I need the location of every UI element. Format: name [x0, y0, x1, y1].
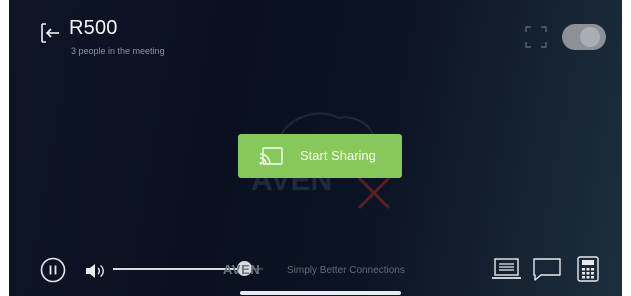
brand-tagline: Simply Better Connections	[287, 265, 405, 276]
pause-button[interactable]	[40, 257, 66, 283]
start-sharing-button[interactable]: Start Sharing	[238, 134, 402, 178]
meeting-screen: R500 3 people in the meeting AVEN Start …	[9, 0, 622, 296]
pause-icon	[40, 257, 66, 283]
keypad-button[interactable]	[577, 256, 599, 282]
home-indicator[interactable]	[240, 291, 401, 295]
presentation-button[interactable]	[491, 256, 523, 282]
speaker-icon	[86, 264, 104, 278]
keypad-icon	[577, 256, 599, 282]
fullscreen-button[interactable]	[524, 25, 548, 49]
toggle-switch[interactable]	[562, 24, 606, 50]
top-bar: R500 3 people in the meeting	[9, 0, 622, 80]
chat-button[interactable]	[532, 256, 562, 282]
exit-arrow-icon	[41, 23, 59, 43]
volume-button[interactable]	[84, 262, 108, 280]
exit-button[interactable]	[39, 22, 61, 44]
fullscreen-icon	[525, 26, 547, 48]
screen-cast-icon	[259, 147, 283, 165]
toggle-knob	[580, 27, 600, 47]
presentation-icon	[492, 258, 521, 279]
participants-count: 3 people in the meeting	[71, 46, 165, 56]
start-sharing-label: Start Sharing	[300, 148, 376, 163]
brand-logo: AVEN	[223, 262, 261, 277]
room-title: R500	[69, 17, 118, 39]
chat-bubble-icon	[533, 258, 561, 281]
